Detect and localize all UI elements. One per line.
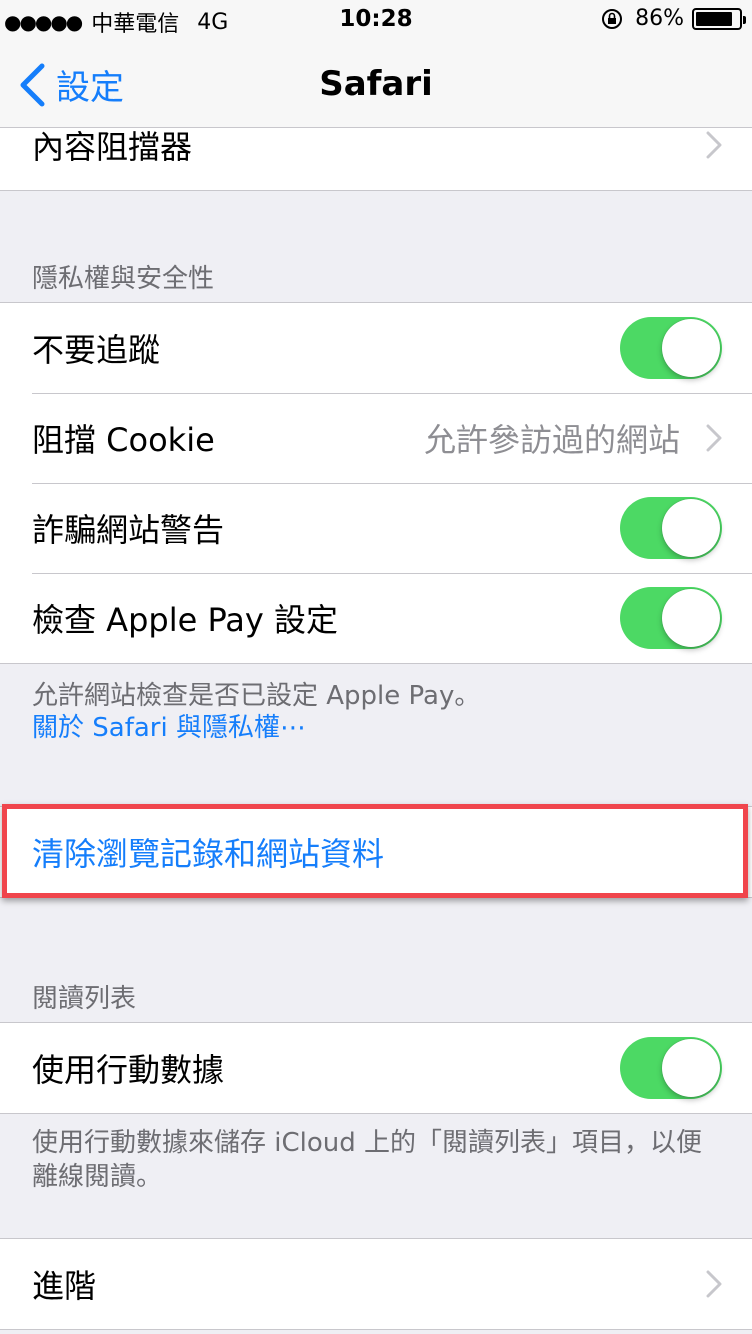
rotation-lock-icon [602, 8, 623, 29]
block-cookies-label: 阻擋 Cookie [32, 421, 215, 459]
advanced-label: 進階 [32, 1267, 97, 1305]
clear-history-group: 清除瀏覽記錄和網站資料 [0, 806, 752, 898]
use-cellular-row: 使用行動數據 [0, 1023, 752, 1113]
fraud-warning-label: 詐騙網站警告 [32, 511, 225, 549]
chevron-right-icon [706, 424, 722, 452]
do-not-track-toggle[interactable] [620, 317, 722, 379]
use-cellular-toggle[interactable] [620, 1037, 722, 1099]
battery-icon [692, 7, 746, 30]
advanced-row[interactable]: 進階 [0, 1239, 752, 1329]
privacy-footer: 允許網站檢查是否已設定 Apple Pay。 關於 Safari 與隱私權⋯ [32, 680, 712, 744]
clear-history-row[interactable]: 清除瀏覽記錄和網站資料 [0, 807, 752, 897]
use-cellular-label: 使用行動數據 [32, 1051, 225, 1089]
block-cookies-value: 允許參訪過的網站 [423, 421, 680, 459]
block-cookies-row[interactable]: 阻擋 Cookie 允許參訪過的網站 [0, 393, 752, 483]
fraud-warning-row: 詐騙網站警告 [0, 483, 752, 573]
chevron-right-icon [706, 1270, 722, 1298]
do-not-track-row: 不要追蹤 [0, 303, 752, 393]
check-apple-pay-label: 檢查 Apple Pay 設定 [32, 601, 339, 639]
navigation-bar-overlay: 設定 Safari [0, 40, 752, 128]
content-blockers-label: 內容阻擋器 [32, 128, 193, 166]
page-title-overlay: Safari [319, 64, 433, 104]
battery-percent: 86% [635, 6, 684, 31]
check-apple-pay-row: 檢查 Apple Pay 設定 [0, 573, 752, 663]
do-not-track-label: 不要追蹤 [32, 331, 161, 369]
fraud-warning-toggle[interactable] [620, 497, 722, 559]
check-apple-pay-toggle[interactable] [620, 587, 722, 649]
privacy-group: 不要追蹤 阻擋 Cookie 允許參訪過的網站 詐騙網站警告 檢查 Apple … [0, 302, 752, 664]
reading-list-section-header: 閱讀列表 [32, 984, 137, 1014]
privacy-section-header: 隱私權與安全性 [32, 264, 215, 294]
clear-history-label: 清除瀏覽記錄和網站資料 [32, 835, 385, 873]
privacy-about-link[interactable]: 關於 Safari 與隱私權⋯ [32, 712, 712, 744]
status-bar-overlay: ●●●●● 中華電信 4G 10:28 86% [0, 0, 752, 40]
chevron-right-icon [706, 131, 722, 159]
privacy-footer-text: 允許網站檢查是否已設定 Apple Pay。 [32, 681, 481, 711]
reading-list-footer: 使用行動數據來儲存 iCloud 上的「閱讀列表」項目，以便離線閱讀。 [32, 1128, 703, 1192]
battery-fill [696, 11, 732, 26]
advanced-group: 進階 [0, 1238, 752, 1330]
reading-list-group: 使用行動數據 [0, 1022, 752, 1114]
